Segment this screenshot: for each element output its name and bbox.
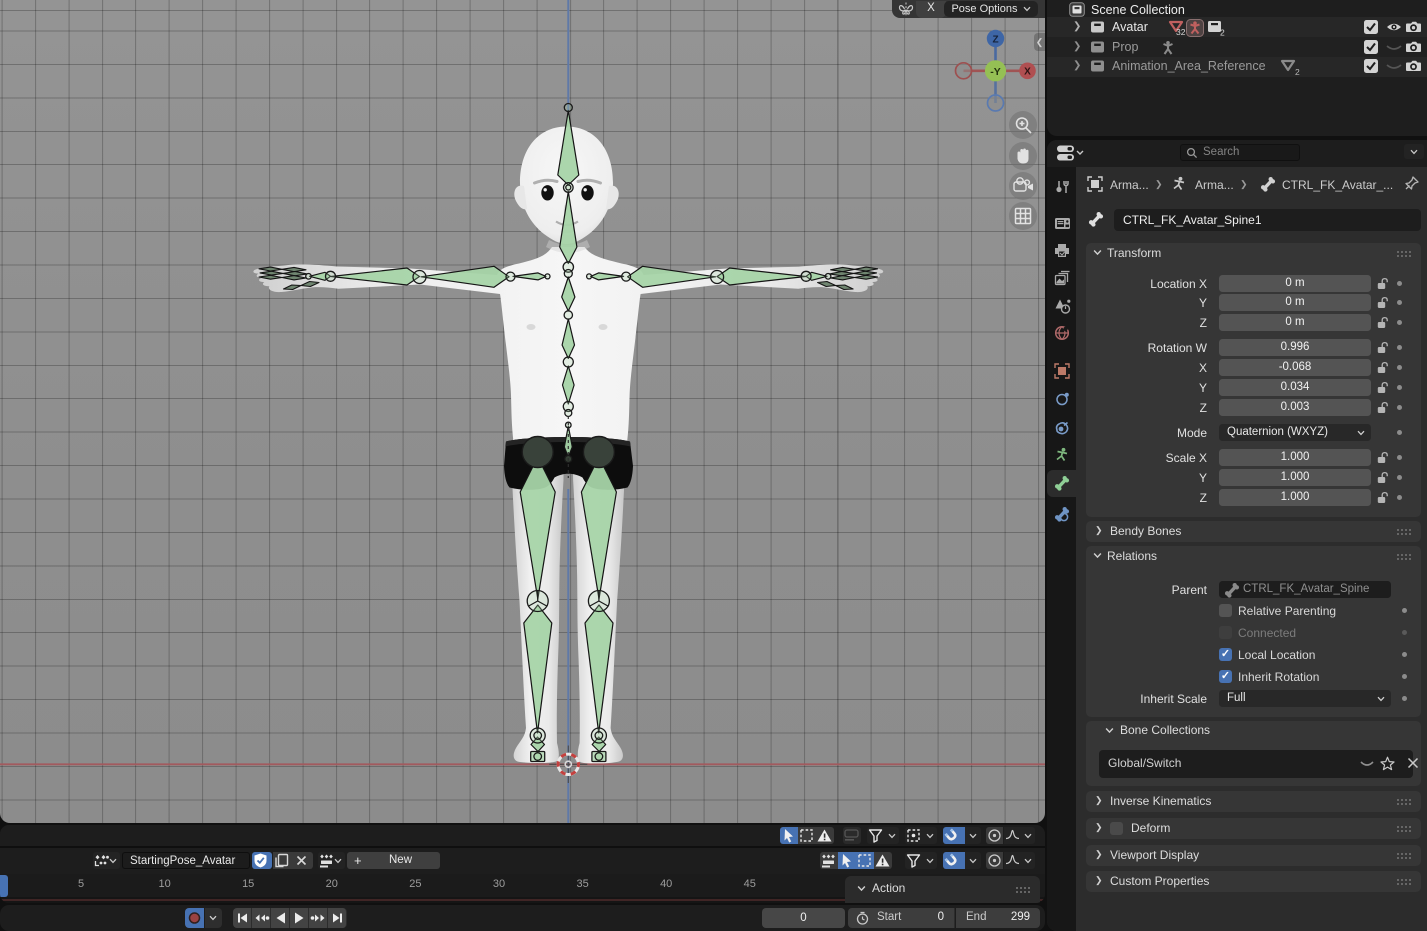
svg-text:Z: Z <box>992 34 998 45</box>
svg-text:2: 2 <box>1295 67 1300 77</box>
svg-text:-Y: -Y <box>990 66 1001 78</box>
svg-text:2: 2 <box>1220 28 1225 38</box>
svg-text:X: X <box>1024 67 1031 78</box>
svg-text:32: 32 <box>1176 27 1186 37</box>
